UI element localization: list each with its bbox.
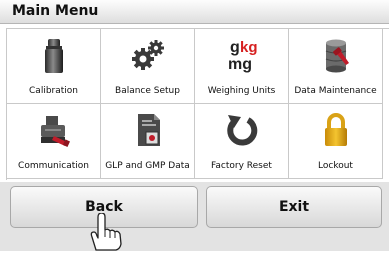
units-icon-g: g	[230, 39, 240, 56]
reset-arrow-icon	[222, 110, 262, 150]
menu-item-weighing-units[interactable]: g kg mg Weighing Units	[195, 29, 289, 104]
menu-item-label: Data Maintenance	[294, 86, 377, 96]
units-icon-kg: kg	[240, 39, 258, 56]
menu-item-data-maintenance[interactable]: Data Maintenance	[289, 29, 383, 104]
menu-item-label: Calibration	[29, 86, 78, 96]
title-bar: Main Menu	[0, 0, 389, 24]
menu-item-label: GLP and GMP Data	[105, 161, 190, 171]
database-icon	[316, 35, 356, 75]
padlock-icon	[316, 110, 356, 150]
communication-printer-icon	[34, 110, 74, 150]
button-bar: Back Exit	[0, 182, 389, 251]
pointer-hand-icon	[84, 212, 140, 251]
gears-icon	[128, 35, 168, 75]
menu-item-label: Communication	[18, 161, 89, 171]
menu-item-label: Weighing Units	[207, 86, 276, 96]
menu-item-label: Factory Reset	[211, 161, 272, 171]
page-title: Main Menu	[12, 3, 99, 19]
main-menu-screen: Main Menu Calibration Balance Setup g kg…	[0, 0, 389, 251]
menu-item-glp-gmp-data[interactable]: GLP and GMP Data	[101, 104, 195, 179]
glp-document-icon	[128, 110, 168, 150]
units-icon-mg: mg	[228, 56, 252, 73]
menu-item-factory-reset[interactable]: Factory Reset	[195, 104, 289, 179]
exit-button-label: Exit	[278, 199, 310, 215]
menu-item-communication[interactable]: Communication	[7, 104, 101, 179]
menu-item-label: Lockout	[318, 161, 353, 171]
menu-item-label: Balance Setup	[115, 86, 180, 96]
menu-item-lockout[interactable]: Lockout	[289, 104, 383, 179]
menu-item-balance-setup[interactable]: Balance Setup	[101, 29, 195, 104]
menu-grid: Calibration Balance Setup g kg mg Weighi…	[6, 28, 389, 180]
exit-button[interactable]: Exit	[206, 186, 382, 228]
menu-item-calibration[interactable]: Calibration	[7, 29, 101, 104]
calibration-weight-icon	[34, 35, 74, 75]
weighing-units-icon: g kg mg	[222, 35, 262, 75]
